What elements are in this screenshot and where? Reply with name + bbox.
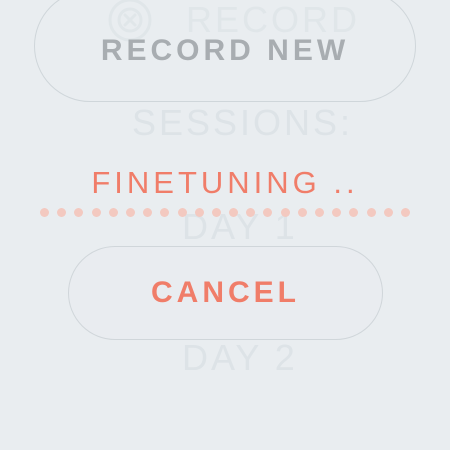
finetuning-status: FINETUNING .. xyxy=(91,165,359,200)
progress-dot xyxy=(280,207,290,217)
progress-dots xyxy=(40,207,416,217)
background-day-2-label: DAY 2 xyxy=(182,337,298,378)
progress-dot xyxy=(125,207,135,217)
cancel-button[interactable]: CANCEL xyxy=(68,246,383,340)
progress-dot xyxy=(211,207,221,217)
progress-dot xyxy=(194,207,204,217)
progress-dot xyxy=(177,207,187,217)
progress-dot xyxy=(91,207,101,217)
progress-dot xyxy=(263,207,273,217)
progress-dot xyxy=(297,207,307,217)
progress-dot xyxy=(74,207,84,217)
progress-dot xyxy=(108,207,118,217)
progress-dot xyxy=(246,207,256,217)
progress-dot xyxy=(400,207,410,217)
progress-dot xyxy=(57,207,67,217)
progress-dot xyxy=(160,207,170,217)
progress-dot xyxy=(40,207,49,217)
record-new-button[interactable]: RECORD NEW xyxy=(34,0,416,102)
progress-dot xyxy=(383,207,393,217)
background-sessions-label: SESSIONS: xyxy=(132,102,354,143)
progress-dot xyxy=(143,207,153,217)
progress-dot xyxy=(366,207,376,217)
progress-dot xyxy=(332,207,342,217)
record-new-label: RECORD NEW xyxy=(100,34,350,67)
cancel-label: CANCEL xyxy=(151,276,300,309)
progress-dot xyxy=(229,207,239,217)
progress-dot xyxy=(349,207,359,217)
progress-dot xyxy=(315,207,324,217)
